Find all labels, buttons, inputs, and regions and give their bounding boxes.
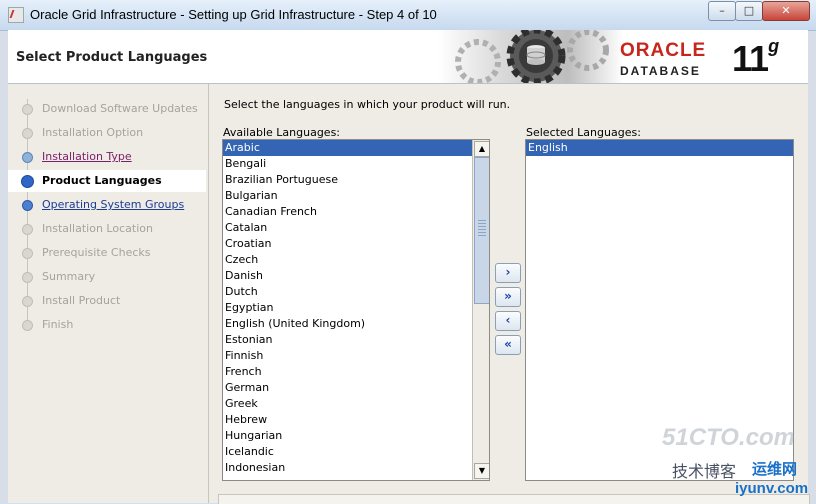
list-item[interactable]: Greek <box>223 396 489 412</box>
list-item[interactable]: Indonesian <box>223 460 489 476</box>
list-item[interactable]: Bulgarian <box>223 188 489 204</box>
version-suffix: g <box>768 36 779 56</box>
step-status-icon <box>22 128 33 139</box>
step-installation-type[interactable]: Installation Type <box>8 146 206 168</box>
list-item[interactable]: Arabic <box>223 140 489 156</box>
title-bar: Oracle Grid Infrastructure - Setting up … <box>0 0 816 31</box>
available-languages-list[interactable]: Arabic Bengali Brazilian Portuguese Bulg… <box>222 139 490 481</box>
step-label: Installation Option <box>42 126 144 139</box>
step-label: Prerequisite Checks <box>42 246 151 259</box>
step-install-product: Install Product <box>8 290 206 312</box>
step-prerequisite-checks: Prerequisite Checks <box>8 242 206 264</box>
step-status-icon <box>22 272 33 283</box>
step-installation-location: Installation Location <box>8 218 206 240</box>
minimize-button[interactable]: – <box>708 1 736 21</box>
step-label[interactable]: Installation Type <box>42 150 132 163</box>
add-button[interactable]: › <box>495 263 521 283</box>
close-button[interactable]: ✕ <box>762 1 810 21</box>
version-logo: 11g <box>732 36 779 80</box>
step-installation-option: Installation Option <box>8 122 206 144</box>
selected-languages-label: Selected Languages: <box>526 126 641 139</box>
step-label: Product Languages <box>42 174 162 187</box>
window-title: Oracle Grid Infrastructure - Setting up … <box>30 7 437 22</box>
list-item[interactable]: Icelandic <box>223 444 489 460</box>
version-number: 11 <box>732 38 769 79</box>
watermark-51cto: 51CTO.com <box>662 424 795 451</box>
step-label: Finish <box>42 318 74 331</box>
step-status-icon <box>22 224 33 235</box>
list-item[interactable]: Bengali <box>223 156 489 172</box>
list-item[interactable]: Finnish <box>223 348 489 364</box>
list-item[interactable]: Czech <box>223 252 489 268</box>
list-item[interactable]: Egyptian <box>223 300 489 316</box>
watermark-yunwei: 运维网 <box>752 461 798 478</box>
list-item[interactable]: French <box>223 364 489 380</box>
step-product-languages: Product Languages <box>8 170 206 192</box>
step-status-icon <box>22 296 33 307</box>
scrollbar-thumb[interactable] <box>474 157 489 304</box>
add-all-button[interactable]: » <box>495 287 521 307</box>
list-item[interactable]: German <box>223 380 489 396</box>
oracle-app-icon <box>8 7 24 23</box>
list-item[interactable]: Croatian <box>223 236 489 252</box>
list-item[interactable]: English (United Kingdom) <box>223 316 489 332</box>
available-list-scrollbar[interactable]: ▲ ▼ <box>472 140 489 480</box>
watermark-iyunv: iyunv.com <box>735 480 809 497</box>
step-operating-system-groups[interactable]: Operating System Groups <box>8 194 206 216</box>
step-status-icon <box>22 104 33 115</box>
list-item[interactable]: Hebrew <box>223 412 489 428</box>
gears-banner-icon <box>438 30 623 83</box>
remove-all-button[interactable]: « <box>495 335 521 355</box>
list-item[interactable]: Canadian French <box>223 204 489 220</box>
maximize-button[interactable]: □ <box>735 1 763 21</box>
watermark-blog: 技术博客 <box>672 464 737 481</box>
list-item[interactable]: Catalan <box>223 220 489 236</box>
step-status-icon <box>22 200 33 211</box>
step-finish: Finish <box>8 314 206 336</box>
list-item[interactable]: English <box>526 140 793 156</box>
scroll-down-arrow-icon[interactable]: ▼ <box>474 463 489 479</box>
scrollbar-grip-icon <box>478 220 486 238</box>
steps-sidebar: Download Software Updates Installation O… <box>8 84 209 503</box>
list-item[interactable]: Hungarian <box>223 428 489 444</box>
step-label: Summary <box>42 270 96 283</box>
step-status-icon <box>22 152 33 163</box>
step-label: Download Software Updates <box>42 102 198 115</box>
installer-window: Oracle Grid Infrastructure - Setting up … <box>0 0 816 504</box>
remove-button[interactable]: ‹ <box>495 311 521 331</box>
list-item[interactable]: Brazilian Portuguese <box>223 172 489 188</box>
list-item[interactable]: Estonian <box>223 332 489 348</box>
page-title: Select Product Languages <box>16 50 208 65</box>
oracle-logo: ORACLE <box>620 40 707 61</box>
scroll-up-arrow-icon[interactable]: ▲ <box>474 141 489 157</box>
step-status-icon <box>22 320 33 331</box>
list-item[interactable]: Danish <box>223 268 489 284</box>
step-summary: Summary <box>8 266 206 288</box>
step-status-icon <box>22 248 33 259</box>
list-item[interactable]: Dutch <box>223 284 489 300</box>
step-label: Installation Location <box>42 222 153 235</box>
step-label: Install Product <box>42 294 121 307</box>
step-download-software-updates: Download Software Updates <box>8 98 206 120</box>
step-label[interactable]: Operating System Groups <box>42 198 184 211</box>
instruction-text: Select the languages in which your produ… <box>224 98 511 111</box>
available-languages-label: Available Languages: <box>223 126 341 139</box>
wizard-header: Select Product Languages ORACLE DATABASE <box>8 30 808 84</box>
step-current-icon <box>21 175 34 188</box>
database-logo-text: DATABASE <box>620 64 701 78</box>
